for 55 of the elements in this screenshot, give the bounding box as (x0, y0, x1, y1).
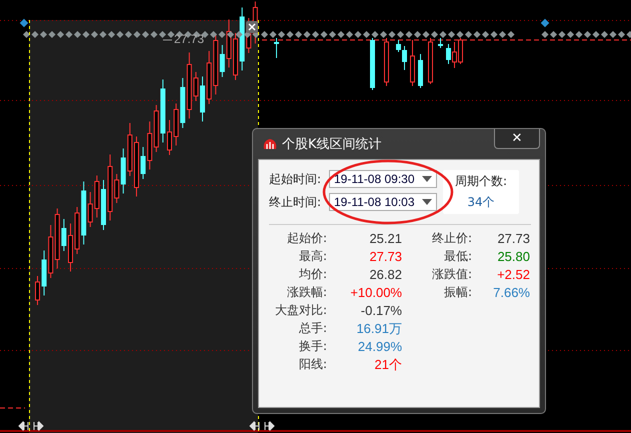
stat-value: +2.52 (496, 267, 530, 282)
stat-label: 阳线: (298, 357, 327, 372)
time-label: 终止时间: (269, 194, 322, 210)
candlestick (167, 120, 172, 156)
close-icon[interactable] (246, 21, 258, 33)
stat-label: 振幅: (442, 285, 472, 300)
stat-label: 最高: (298, 249, 327, 264)
high-price-label: 27.73 (174, 32, 204, 46)
stat-value: -0.17% (360, 303, 402, 318)
candlestick (200, 76, 205, 122)
candlestick (101, 180, 106, 230)
dialog-title: 个股K线区间统计 (282, 136, 382, 153)
stat-label: 均价: (298, 267, 327, 282)
stat-label: 总手: (298, 321, 327, 336)
stat-value: 7.66% (492, 285, 530, 300)
app-logo-icon (262, 137, 278, 151)
dropdown-caret-icon (422, 176, 432, 182)
stat-label: 起始价: (286, 231, 327, 246)
candlestick (418, 54, 423, 88)
candlestick (274, 38, 279, 58)
time-dropdown[interactable]: 19-11-08 10:03 (329, 193, 437, 211)
stat-label: 换手: (298, 339, 327, 354)
period-label: 周期个数: (454, 173, 508, 190)
stat-label: 终止价: (430, 231, 472, 246)
stat-value: 27.73 (496, 231, 530, 246)
candlestick (384, 38, 389, 86)
candlestick (370, 38, 375, 90)
stat-label: 最低: (442, 249, 472, 264)
stat-value: 16.91万 (355, 321, 402, 336)
candlestick (134, 136, 139, 197)
candlestick (35, 276, 40, 306)
stat-value: 25.80 (496, 249, 530, 264)
stat-value: 21个 (374, 357, 402, 372)
diamond-marker-icon (20, 18, 28, 28)
time-label: 起始时间: (269, 170, 322, 188)
time-dropdown[interactable]: 19-11-08 09:30 (329, 170, 437, 188)
candlestick (233, 32, 238, 80)
stat-label: 涨跌值: (430, 267, 472, 282)
stat-label: 大盘对比: (274, 303, 327, 318)
diamond-marker-icon (540, 18, 550, 28)
candlestick (410, 40, 415, 86)
range-handle-icon[interactable] (18, 421, 44, 431)
candlestick (428, 38, 433, 84)
dropdown-caret-icon (422, 199, 432, 205)
period-value: 34个 (467, 194, 495, 211)
candlestick (68, 223, 73, 272)
stat-value: 26.82 (368, 267, 402, 282)
stat-label: 涨跌幅: (286, 285, 327, 300)
stat-value: 27.73 (368, 249, 402, 264)
stat-value: 25.21 (368, 231, 402, 246)
stat-value: 24.99% (356, 339, 402, 354)
close-button[interactable]: ✕ (494, 129, 540, 149)
stat-value: +10.00% (349, 285, 402, 300)
range-handle-icon[interactable] (249, 421, 275, 431)
candlestick (438, 38, 443, 48)
